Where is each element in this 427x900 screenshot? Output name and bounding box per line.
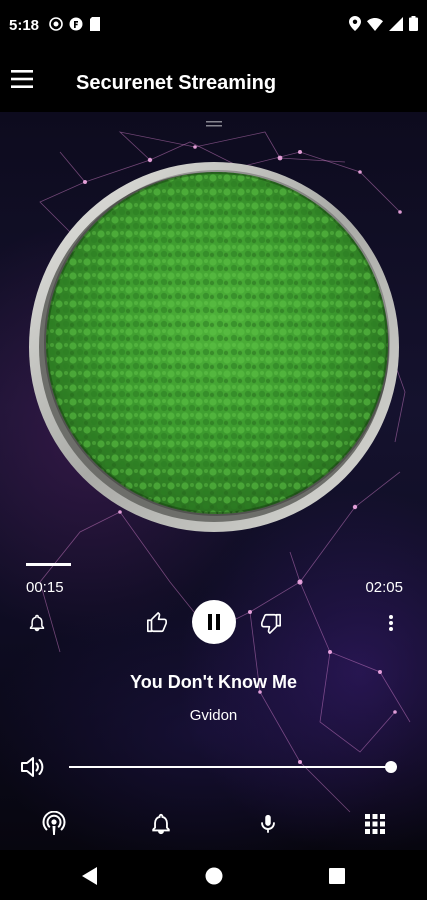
location-icon <box>349 16 361 36</box>
tab-notifications[interactable] <box>147 810 175 838</box>
volume-icon <box>21 757 44 777</box>
tab-microphone[interactable] <box>254 810 282 838</box>
recents-square-icon <box>329 868 345 884</box>
podcast-icon <box>42 811 66 835</box>
nav-recents-button[interactable] <box>325 864 349 888</box>
tab-podcasts[interactable] <box>40 810 68 838</box>
wifi-icon <box>367 17 383 36</box>
status-bar: 5:18 <box>0 0 427 50</box>
volume-thumb[interactable] <box>385 761 397 773</box>
pause-icon <box>208 614 220 630</box>
more-vertical-icon <box>389 615 393 631</box>
menu-button[interactable] <box>10 67 38 95</box>
progress-bar[interactable] <box>26 563 401 566</box>
thumbs-down-icon <box>261 613 281 634</box>
drag-handle-icon[interactable] <box>206 120 222 128</box>
hamburger-menu-icon <box>11 70 33 88</box>
grid-icon <box>365 814 385 834</box>
status-right-icons <box>349 16 418 36</box>
thumbs-up-icon <box>147 612 167 633</box>
track-title: You Don't Know Me <box>130 672 297 692</box>
signal-icon <box>389 16 403 36</box>
status-time: 5:18 <box>9 17 40 34</box>
app-bar: Securenet Streaming <box>0 50 427 112</box>
microphone-icon <box>261 814 275 833</box>
like-button[interactable] <box>145 611 169 635</box>
bell-outline-icon <box>29 614 45 632</box>
nav-back-button[interactable] <box>78 864 102 888</box>
nav-home-button[interactable] <box>202 864 226 888</box>
back-triangle-icon <box>82 867 97 885</box>
battery-icon <box>409 16 418 36</box>
app-title: Securenet Streaming <box>76 72 277 94</box>
volume-fill <box>69 766 391 768</box>
home-circle-icon <box>205 867 223 885</box>
progress-fill <box>26 563 71 566</box>
system-navigation-bar <box>0 850 427 900</box>
record-icon <box>49 17 63 36</box>
alarm-button[interactable] <box>27 613 47 633</box>
status-left-icons <box>49 17 101 36</box>
screen: 5:18 Securenet Streaming 00:15 02:05 You… <box>0 0 427 900</box>
app-notification-icon <box>69 17 83 36</box>
dislike-button[interactable] <box>259 611 283 635</box>
album-art <box>29 162 399 532</box>
pause-button[interactable] <box>192 600 236 644</box>
volume-slider[interactable] <box>69 761 397 773</box>
elapsed-time: 00:15 <box>26 579 64 596</box>
volume-button[interactable] <box>20 755 46 779</box>
more-options-button[interactable] <box>381 612 401 634</box>
total-duration: 02:05 <box>365 579 403 596</box>
tab-apps-grid[interactable] <box>361 810 389 838</box>
track-artist: Gvidon <box>189 707 238 724</box>
bell-icon <box>152 813 170 835</box>
sd-card-icon <box>89 17 101 36</box>
